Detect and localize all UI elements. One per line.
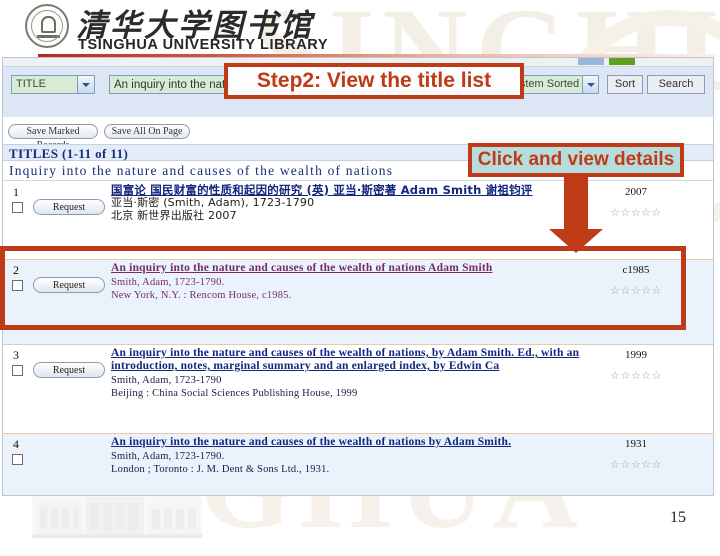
save-all-on-page-button[interactable]: Save All On Page <box>104 124 190 139</box>
search-button[interactable]: Search <box>647 75 705 94</box>
record-author: Smith, Adam, 1723-1790 <box>111 375 222 386</box>
record-checkbox[interactable] <box>12 280 23 291</box>
record-publisher: 北京 新世界出版社 2007 <box>111 208 237 222</box>
catalogue-screenshot: TITLE An inquiry into the nat System Sor… <box>2 57 714 496</box>
record-title-link[interactable]: An inquiry into the nature and causes of… <box>111 347 581 373</box>
results-divider <box>3 180 713 181</box>
search-field-select[interactable]: TITLE <box>11 75 95 94</box>
record-checkbox[interactable] <box>12 454 23 465</box>
record-number: 3 <box>13 348 19 362</box>
record-publisher: London ; Toronto : J. M. Dent & Sons Ltd… <box>111 463 330 475</box>
record-body: An inquiry into the nature and causes of… <box>111 262 581 302</box>
record-publisher: Beijing : China Social Sciences Publishi… <box>111 387 358 399</box>
down-arrow-icon <box>564 177 588 231</box>
record-rating-stars[interactable]: ☆☆☆☆☆ <box>591 284 681 297</box>
record-title-link[interactable]: An inquiry into the nature and causes of… <box>111 262 581 275</box>
record-rating-stars[interactable]: ☆☆☆☆☆ <box>591 458 681 471</box>
record-body: An inquiry into the nature and causes of… <box>111 436 581 476</box>
library-seal-icon <box>25 4 69 48</box>
slide-page-number: 15 <box>670 509 686 526</box>
save-toolbar: Save Marked Records Save All On Page <box>3 123 713 151</box>
record-title-link[interactable]: An inquiry into the nature and causes of… <box>111 436 581 449</box>
record-body: 国富论 国民财富的性质和起因的研究 (英) 亚当·斯密著 Adam Smith … <box>111 184 581 222</box>
search-field-select-value: TITLE <box>16 78 46 90</box>
record-author: Smith, Adam, 1723-1790. <box>111 451 225 462</box>
save-marked-records-button[interactable]: Save Marked Records <box>8 124 98 151</box>
step2-callout: Step2: View the title list <box>224 63 524 99</box>
search-bar-filler <box>3 104 713 117</box>
seal-base-shape <box>37 35 60 38</box>
table-row[interactable]: 1 Request 国富论 国民财富的性质和起因的研究 (英) 亚当·斯密著 A… <box>3 182 713 259</box>
down-arrow-head-icon <box>549 229 603 253</box>
record-number: 1 <box>13 185 19 199</box>
request-button[interactable]: Request <box>33 199 105 215</box>
logo-english-title: TSINGHUA UNIVERSITY LIBRARY <box>78 37 329 53</box>
site-header: 清华大学图书馆 TSINGHUA UNIVERSITY LIBRARY <box>0 0 720 58</box>
record-publisher: New York, N.Y. : Rencom House, c1985. <box>111 289 292 301</box>
record-checkbox[interactable] <box>12 202 23 213</box>
record-rating-stars[interactable]: ☆☆☆☆☆ <box>591 206 681 219</box>
table-row[interactable]: 3 Request An inquiry into the nature and… <box>3 345 713 433</box>
table-row[interactable]: 2 Request An inquiry into the nature and… <box>3 260 713 344</box>
table-row[interactable]: 4 Request An inquiry into the nature and… <box>3 434 713 495</box>
chevron-down-icon[interactable] <box>77 76 94 93</box>
record-number: 4 <box>13 437 19 451</box>
record-date: 2007 <box>625 186 647 198</box>
record-rating-stars[interactable]: ☆☆☆☆☆ <box>591 369 681 382</box>
record-author: Smith, Adam, 1723-1790. <box>111 277 225 288</box>
request-button[interactable]: Request <box>33 362 105 378</box>
seal-bell-shape <box>41 16 56 33</box>
record-checkbox[interactable] <box>12 365 23 376</box>
click-and-view-callout: Click and view details <box>468 143 684 177</box>
header-divider <box>38 54 718 57</box>
browser-chrome-green-block <box>609 58 635 65</box>
browser-chrome-blue-block <box>578 58 604 65</box>
chevron-down-icon[interactable] <box>582 76 598 93</box>
record-number: 2 <box>13 263 19 277</box>
record-body: An inquiry into the nature and causes of… <box>111 347 581 400</box>
request-button[interactable]: Request <box>33 277 105 293</box>
record-date: 1931 <box>625 438 647 450</box>
sort-button[interactable]: Sort <box>607 75 643 94</box>
record-date: 1999 <box>625 349 647 361</box>
record-author: 亚当·斯密 (Smith, Adam), 1723-1790 <box>111 196 315 209</box>
record-date: c1985 <box>622 264 650 276</box>
